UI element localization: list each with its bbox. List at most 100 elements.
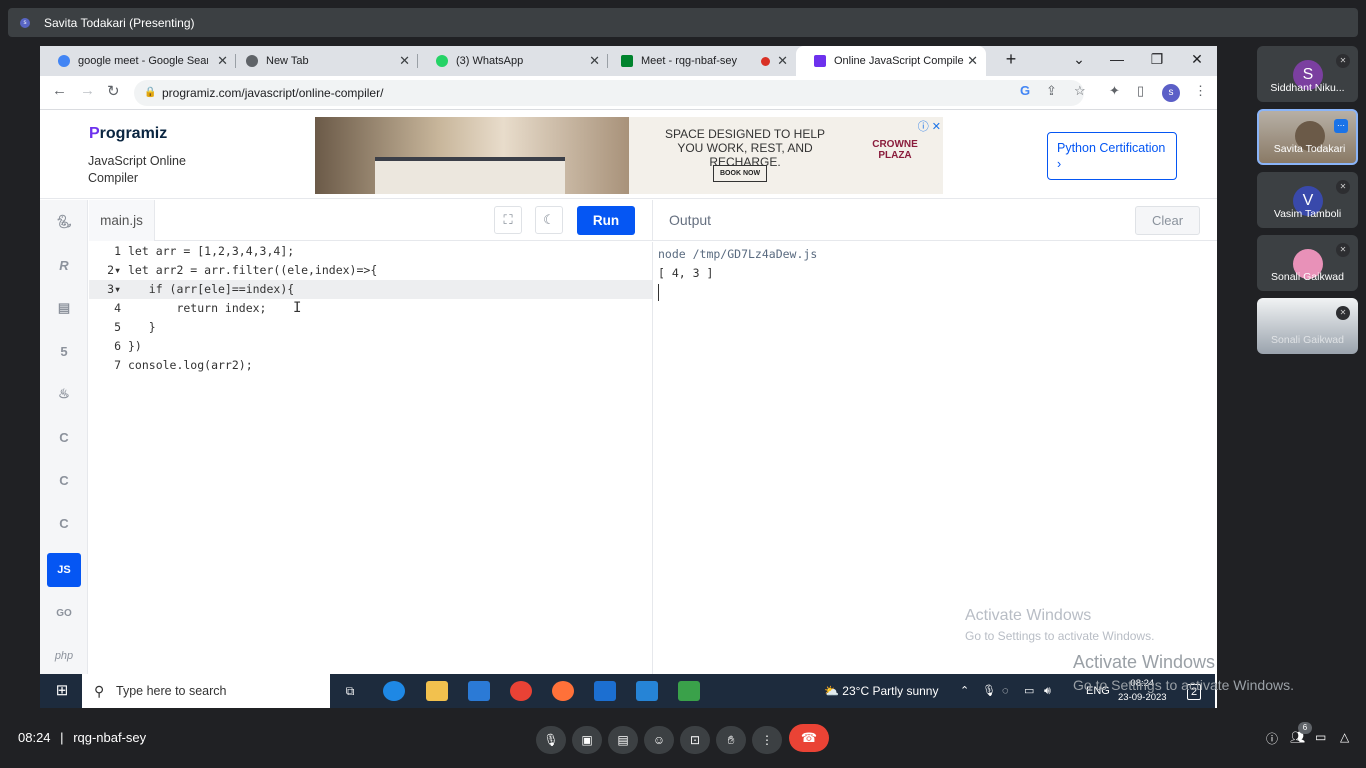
tray-chevron-icon[interactable]: ⌃ xyxy=(960,674,969,708)
mic-off-icon[interactable]: 🎙︎ xyxy=(536,726,566,754)
captions-icon[interactable]: ▤ xyxy=(608,726,638,754)
close-icon[interactable]: ✕ xyxy=(399,53,410,69)
ad-choices-close-icon[interactable]: ⓘ ✕ xyxy=(918,118,941,134)
ad-book-now-button[interactable]: BOOK NOW xyxy=(713,165,768,182)
line-number: 6 xyxy=(114,339,121,353)
browser-tab-google-search[interactable]: google meet - Google Search ✕ xyxy=(40,46,236,76)
mail-icon[interactable] xyxy=(594,681,616,701)
more-options-icon[interactable]: ⋯ xyxy=(1334,119,1348,133)
go-icon[interactable]: GO xyxy=(47,596,81,630)
python-certification-button[interactable]: Python Certification › xyxy=(1047,132,1177,180)
windows-start-icon[interactable]: ⊞ xyxy=(51,681,73,701)
url-input[interactable]: 🔒 programiz.com/javascript/online-compil… xyxy=(134,80,1084,106)
participant-name: Vasim Tamboli xyxy=(1273,208,1342,220)
minimize-icon[interactable]: — xyxy=(1098,46,1136,72)
output-command: node /tmp/GD7Lz4aDew.js xyxy=(658,247,818,261)
spreadsheet-icon[interactable] xyxy=(678,681,700,701)
share-icon[interactable]: ⇪ xyxy=(1046,83,1057,99)
vscode-icon[interactable] xyxy=(636,681,658,701)
browser-tab-whatsapp[interactable]: (3) WhatsApp ✕ xyxy=(418,46,608,76)
javascript-icon[interactable]: JS xyxy=(47,553,81,587)
address-bar-row: ← → ↻ 🔒 programiz.com/javascript/online-… xyxy=(40,76,1217,110)
close-icon[interactable]: ✕ xyxy=(777,53,788,69)
programiz-logo[interactable]: Programiz xyxy=(89,125,167,143)
firefox-icon[interactable] xyxy=(552,681,574,701)
store-icon[interactable] xyxy=(468,681,490,701)
google-lens-icon[interactable]: G xyxy=(1020,83,1030,98)
file-explorer-icon[interactable] xyxy=(426,681,448,701)
raise-hand-icon[interactable]: ✋︎ xyxy=(716,726,746,754)
cpp-icon[interactable]: C xyxy=(47,463,81,497)
edge-icon[interactable] xyxy=(383,681,405,701)
r-icon[interactable]: R xyxy=(47,248,81,282)
taskbar-search-input[interactable]: ⚲ Type here to search xyxy=(82,674,330,708)
tab-search-icon[interactable]: ⌄ xyxy=(1060,46,1098,72)
network-icon[interactable]: ◌ xyxy=(1002,674,1009,708)
output-header: Output Clear xyxy=(652,200,1217,241)
close-icon[interactable]: ✕ xyxy=(217,53,228,69)
page-subtitle: JavaScript Online Compiler xyxy=(88,154,186,185)
tab-title: Meet - rqg-nbaf-sey xyxy=(641,55,737,67)
browser-tab-programiz[interactable]: Online JavaScript Compiler (Editor) ✕ xyxy=(796,46,986,76)
close-icon[interactable]: ✕ xyxy=(589,53,600,69)
more-options-icon[interactable]: ⋮ xyxy=(752,726,782,754)
partly-sunny-icon: ⛅ xyxy=(824,684,839,698)
participant-name: Sonali Gaikwad xyxy=(1271,271,1344,283)
browser-tab-meet[interactable]: Meet - rqg-nbaf-sey ✕ xyxy=(603,46,796,76)
line-number: 5 xyxy=(114,320,121,334)
chat-icon[interactable]: ▭ xyxy=(1315,730,1326,744)
sql-database-icon[interactable]: ▤ xyxy=(47,291,81,325)
reload-icon[interactable]: ↻ xyxy=(107,82,120,100)
participant-name: Siddhant Niku... xyxy=(1270,82,1345,94)
meeting-details-icon[interactable]: ⓘ xyxy=(1266,730,1278,747)
window-close-icon[interactable]: ✕ xyxy=(1178,46,1216,72)
back-icon[interactable]: ← xyxy=(52,82,67,99)
browser-tab-bar: google meet - Google Search ✕ New Tab ✕ … xyxy=(40,46,1217,76)
participant-tile-screen[interactable]: ✕ Sonali Gaikwad xyxy=(1257,298,1358,354)
activities-icon[interactable]: △ xyxy=(1340,730,1349,744)
microphone-icon[interactable]: 🎙︎ xyxy=(982,674,996,708)
file-tab-main-js[interactable]: main.js xyxy=(89,200,155,241)
tab-title: Online JavaScript Compiler (Editor) xyxy=(834,55,964,67)
weather-widget[interactable]: ⛅ 23°C Partly sunny xyxy=(824,674,938,708)
html-icon[interactable]: 5 xyxy=(47,334,81,368)
code-editor[interactable]: 1 let arr = [1,2,3,4,3,4]; 2▾ let arr2 = a… xyxy=(89,242,652,708)
participant-tile-presenter[interactable]: ⋯ Savita Todakari xyxy=(1257,109,1358,165)
menu-icon[interactable]: ⋮ xyxy=(1194,83,1207,99)
forward-icon[interactable]: → xyxy=(80,82,95,99)
extensions-icon[interactable]: ✦ xyxy=(1109,83,1120,99)
emoji-icon[interactable]: ☺ xyxy=(644,726,674,754)
participant-tile[interactable]: V ✕ Vasim Tamboli xyxy=(1257,172,1358,228)
java-icon[interactable]: ♨ xyxy=(47,377,81,411)
present-screen-icon[interactable]: ⊡ xyxy=(680,726,710,754)
new-tab-button[interactable]: + xyxy=(992,46,1030,72)
task-view-icon[interactable]: ⧉ xyxy=(339,681,361,701)
browser-tab-new-tab[interactable]: New Tab ✕ xyxy=(228,46,418,76)
clear-button[interactable]: Clear xyxy=(1135,206,1200,235)
hotel-ad-banner[interactable]: SPACE DESIGNED TO HELP YOU WORK, REST, A… xyxy=(315,117,943,194)
run-button[interactable]: Run xyxy=(577,206,635,235)
google-icon xyxy=(58,55,70,67)
chrome-taskbar-icon[interactable] xyxy=(510,681,532,701)
line-code: return index; xyxy=(128,301,267,315)
participant-tile[interactable]: S ✕ Siddhant Niku... xyxy=(1257,46,1358,102)
c-icon[interactable]: C xyxy=(47,420,81,454)
profile-avatar[interactable]: s xyxy=(1162,84,1180,102)
logo-text: rogramiz xyxy=(99,125,168,142)
dark-mode-icon[interactable]: ☾ xyxy=(535,206,563,234)
camera-off-icon[interactable]: ▣ xyxy=(572,726,602,754)
battery-icon[interactable]: ▭ xyxy=(1024,674,1034,708)
end-call-button[interactable]: ☎ xyxy=(789,724,829,752)
output-cursor xyxy=(658,284,659,301)
csharp-icon[interactable]: C xyxy=(47,506,81,540)
php-icon[interactable]: php xyxy=(47,639,81,673)
participant-tile[interactable]: ✕ Sonali Gaikwad xyxy=(1257,235,1358,291)
close-icon[interactable]: ✕ xyxy=(967,53,978,69)
fullscreen-icon[interactable]: ⛶ xyxy=(494,206,522,234)
sidebar-icon[interactable]: ▯ xyxy=(1137,83,1144,99)
line-code: console.log(arr2); xyxy=(128,358,253,372)
restore-icon[interactable]: ❐ xyxy=(1138,46,1176,72)
python-icon[interactable]: 🐍︎ xyxy=(47,205,81,239)
volume-icon[interactable]: 🔊︎ xyxy=(1044,674,1051,708)
bookmark-star-icon[interactable]: ☆ xyxy=(1074,83,1086,99)
